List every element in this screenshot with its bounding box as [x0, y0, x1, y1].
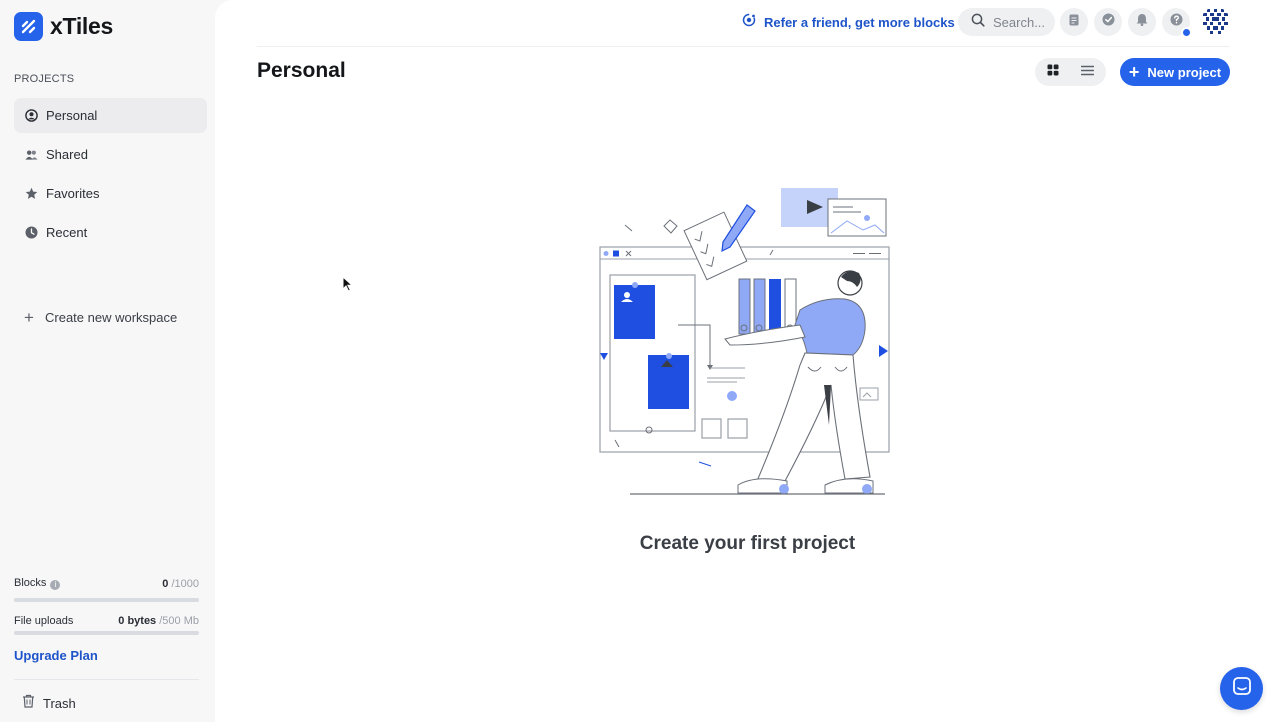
view-toggle [1035, 58, 1106, 86]
sidebar-item-personal[interactable]: Personal [14, 98, 207, 133]
create-workspace-button[interactable]: + Create new workspace [24, 309, 177, 326]
create-workspace-label: Create new workspace [45, 310, 178, 325]
clock-icon [25, 226, 38, 239]
sidebar-item-label: Favorites [46, 186, 100, 201]
list-view-button[interactable] [1070, 58, 1105, 86]
gift-icon [742, 13, 756, 32]
docs-button[interactable] [1060, 8, 1088, 36]
blocks-progress-bar [14, 598, 199, 602]
list-icon [1080, 63, 1095, 81]
sidebar-item-label: Recent [46, 225, 88, 240]
xtiles-logo-icon [14, 12, 43, 41]
page-title: Personal [257, 59, 346, 82]
plus-icon: + [24, 308, 34, 327]
projects-section-label: PROJECTS [14, 73, 75, 85]
sidebar-divider [14, 679, 199, 680]
bell-icon [1136, 13, 1148, 31]
blocks-used: 0 [162, 577, 169, 590]
app-logo[interactable]: xTiles [14, 12, 113, 41]
refer-friend-link[interactable]: Refer a friend, get more blocks [742, 13, 955, 32]
empty-state-illustration [599, 188, 890, 495]
uploads-progress-bar [14, 631, 199, 635]
user-circle-icon [25, 109, 38, 122]
new-project-label: New project [1147, 64, 1222, 80]
tasks-button[interactable] [1094, 8, 1122, 36]
grid-view-button[interactable] [1035, 58, 1070, 86]
uploads-used: 0 bytes [118, 615, 157, 627]
uploads-max: /500 Mb [159, 615, 199, 627]
star-icon [25, 187, 38, 200]
trash-icon [22, 694, 35, 713]
mouse-cursor [342, 275, 354, 297]
header-divider [257, 46, 1230, 47]
trash-button[interactable]: Trash [22, 694, 76, 713]
avatar[interactable] [1201, 7, 1230, 36]
search-box[interactable] [958, 8, 1055, 36]
status-badge [1181, 27, 1192, 38]
new-project-button[interactable]: + New project [1120, 58, 1230, 86]
upgrade-plan-link[interactable]: Upgrade Plan [14, 648, 98, 663]
document-icon [1069, 13, 1079, 31]
plus-icon: + [1128, 62, 1140, 82]
grid-icon [1047, 63, 1059, 81]
check-circle-icon [1102, 13, 1115, 31]
notifications-button[interactable] [1128, 8, 1156, 36]
info-icon[interactable]: i [50, 580, 61, 590]
blocks-max: /1000 [171, 577, 199, 590]
sidebar: xTiles PROJECTS Personal Shared Favorite… [0, 0, 214, 722]
search-icon [971, 13, 985, 32]
uploads-label: File uploads [14, 615, 74, 627]
blocks-usage-value: 0 /1000 [162, 578, 199, 590]
sidebar-item-label: Shared [46, 147, 88, 162]
chat-icon [1232, 676, 1252, 701]
sidebar-item-recent[interactable]: Recent [14, 215, 207, 250]
sidebar-item-label: Personal [46, 108, 98, 123]
main-content: Refer a friend, get more blocks Search..… [215, 0, 1280, 722]
trash-label: Trash [43, 696, 76, 711]
chat-launcher-button[interactable] [1220, 667, 1263, 710]
users-icon [25, 148, 38, 161]
uploads-usage: File uploads 0 bytes /500 Mb [14, 615, 199, 635]
blocks-label: Blocks [14, 577, 47, 589]
refer-friend-label: Refer a friend, get more blocks [764, 15, 955, 30]
sidebar-item-favorites[interactable]: Favorites [14, 176, 207, 211]
blocks-usage: Blocks i 0 /1000 [14, 577, 199, 602]
app-name: xTiles [50, 13, 113, 39]
empty-state-title: Create your first project [639, 533, 856, 554]
question-circle-icon [1170, 13, 1183, 31]
blocks-usage-label: Blocks i [14, 577, 61, 590]
uploads-usage-value: 0 bytes /500 Mb [118, 615, 199, 627]
search-input[interactable] [993, 14, 1055, 30]
sidebar-item-shared[interactable]: Shared [14, 137, 207, 172]
sidebar-nav: Personal Shared Favorites Recent [14, 98, 207, 254]
